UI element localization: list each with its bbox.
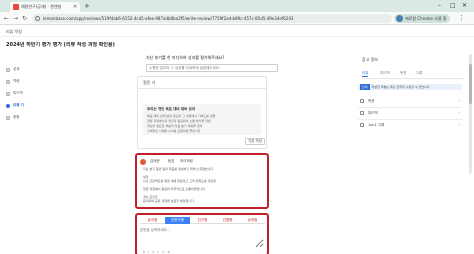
sidebar-item-label: 종합 <box>13 115 20 119</box>
question-title: 지난 분기를 한 마디하여 성과를 평가해주세요? <box>146 55 225 60</box>
panel-tab-3[interactable]: 기록 <box>416 70 422 77</box>
forward-button[interactable]: → <box>13 14 18 23</box>
feedback-icon <box>360 111 364 115</box>
panel-row-1on1[interactable]: 1on1 기록 › <box>358 122 462 129</box>
step-dot-icon <box>6 104 10 108</box>
back-button[interactable]: ← <box>4 14 9 23</box>
guide-line: 구체적인 사례와 수치를 포함하면 좋습니다 <box>147 129 201 133</box>
sidebar-item-2[interactable]: 피드백 <box>6 90 38 97</box>
answer-editor: 유지형 전문가형 친근형 간결형 상세형 B I U S ≡ ⊕ <box>135 213 269 254</box>
answer-line: 문서화와 공유 과정을 보완할 예정입니다. <box>143 199 195 203</box>
reload-button[interactable]: ↻ <box>22 14 27 23</box>
new-tab-button[interactable]: + <box>84 2 90 10</box>
tone-tab-2[interactable]: 친근형 <box>190 217 215 224</box>
panel-tab-2[interactable]: 목표 <box>400 70 406 77</box>
answer-date: 하이퍼링 <box>180 159 193 163</box>
sidebar-item-label: 성과 <box>13 67 20 71</box>
answer-card: 김태준 팀장 하이퍼링 지난 분기 동안 팀의 목표를 달성하기 위해 노력했습… <box>135 153 269 209</box>
sidebar-item-1[interactable]: 역량 <box>6 78 38 85</box>
divider <box>358 119 462 120</box>
panel-row-label: 목표 <box>368 99 375 103</box>
favicon-icon <box>13 4 19 10</box>
tone-tab-1[interactable]: 전문가형 <box>165 217 190 224</box>
answer-role: 팀장 <box>168 159 175 163</box>
app-header-label: 리뷰 작성 <box>6 29 22 34</box>
panel-row-feedback[interactable]: 피드백 › <box>358 110 462 117</box>
review-steps-sidebar: 성과 역량 피드백 리뷰 기 종합 <box>0 54 40 254</box>
scrollbar-thumb[interactable] <box>469 64 472 104</box>
sidebar-item-label: 피드백 <box>13 91 23 95</box>
panel-row-goals[interactable]: 목표 › <box>358 98 462 105</box>
sidebar-item-4[interactable]: 종합 <box>6 114 38 121</box>
guide-title: 질문 가 <box>143 80 156 85</box>
step-dot-icon <box>6 92 10 96</box>
address-bar[interactable]: lemonbase.com/app/reviews/519f4ab6-6152-… <box>32 14 392 23</box>
panel-tab-0[interactable]: 리뷰 <box>362 70 369 77</box>
scrollbar[interactable] <box>469 54 472 174</box>
chevron-right-icon: › <box>458 122 460 127</box>
question-description: 수행한 업무와 그 성과를 자세하게 설명해주세요. <box>146 64 278 72</box>
chevron-right-icon: › <box>458 110 460 115</box>
minimize-button[interactable]: – <box>438 1 441 10</box>
guide-box-title: 우리는 개인 목표 대비 대비 성과 <box>147 107 195 111</box>
record-icon <box>360 123 364 127</box>
tab-close-icon[interactable]: ✕ <box>73 3 77 11</box>
url-text[interactable]: lemonbase.com/app/reviews/519f4ab6-6152-… <box>43 15 388 22</box>
notice-badge: 안내 <box>360 84 370 90</box>
guide-box: 우리는 개인 목표 대비 대비 성과 목표 대비 실제 달성 정도와 그 과정에… <box>143 104 261 135</box>
panel-title: 참고 정보 <box>362 57 378 62</box>
divider <box>358 107 462 108</box>
guide-line: 개선이 필요한 부분과 다음 분기 계획을 정리 <box>147 124 203 128</box>
answer-author: 김태준 <box>150 159 160 163</box>
divider <box>138 88 266 89</box>
browser-toolbar: ← → ↻ lemonbase.com/app/reviews/519f4ab6… <box>0 12 474 25</box>
tone-tab-0[interactable]: 유지형 <box>140 217 165 224</box>
panel-tab-1[interactable]: 피드백 <box>380 70 390 77</box>
answer-line: 신규 프로젝트를 일정 내에 완료하고 고객 만족도를 개선함. <box>143 179 217 183</box>
avatar <box>140 159 146 165</box>
panel-notice: 안내 작성한 리뷰는 제출 전까지 수정할 수 있습니다 <box>358 84 462 90</box>
site-info-icon[interactable] <box>35 16 40 21</box>
browser-tab[interactable]: 채용연구(공개) - 퀸겐빌 ✕ <box>10 2 80 12</box>
guide-line: 목표 대비 실제 달성 정도와 그 과정에서 기여도를 설명 <box>147 114 216 118</box>
notice-text: 작성한 리뷰는 제출 전까지 수정할 수 있습니다 <box>371 85 430 89</box>
editor-toolbar[interactable]: B I U S ≡ ⊕ <box>143 250 171 254</box>
window-close-button[interactable]: ✕ <box>462 1 467 10</box>
answer-header: 김태준 팀장 하이퍼링 <box>140 158 268 166</box>
sidebar-item-0[interactable]: 성과 <box>6 66 38 73</box>
step-dot-icon <box>6 80 10 84</box>
answer-line: 지난 분기 동안 팀의 목표를 달성하기 위해 노력했습니다. <box>143 167 215 171</box>
sidebar-item-label: 리뷰 기 <box>13 103 24 107</box>
guide-card: 질문 가 우리는 개인 목표 대비 대비 성과 목표 대비 실제 달성 정도와 … <box>137 76 267 149</box>
panel-row-label: 1on1 기록 <box>368 123 385 127</box>
browser-menu-icon[interactable]: ⋮ <box>458 14 465 23</box>
answer-input[interactable] <box>140 228 264 248</box>
tone-tab-4[interactable]: 상세형 <box>240 217 265 224</box>
profile-button[interactable]: 에로잘 Chrome 사용 중 <box>394 14 450 23</box>
tab-title: 채용연구(공개) - 퀸겐빌 <box>21 4 62 9</box>
default-write-button[interactable]: 기본 작성 <box>245 138 265 145</box>
app-header: 리뷰 작성 <box>0 26 474 37</box>
reference-panel: 참고 정보 리뷰 피드백 목표 기록 안내 작성한 리뷰는 제출 전까지 수정할 … <box>352 54 464 244</box>
divider <box>362 78 464 79</box>
chevron-right-icon: › <box>458 98 460 103</box>
sidebar-item-3[interactable]: 리뷰 기 <box>6 102 38 109</box>
goal-icon <box>360 99 364 103</box>
step-dot-icon <box>6 68 10 72</box>
avatar <box>396 15 403 22</box>
guide-line: 협업 과정에서의 역할과 동료와의 소통 방식을 작성 <box>147 119 211 123</box>
tone-tab-3[interactable]: 간결형 <box>215 217 240 224</box>
sidebar-item-label: 역량 <box>13 79 20 83</box>
maximize-button[interactable]: □ <box>450 1 456 10</box>
panel-row-label: 피드백 <box>368 111 378 115</box>
profile-label: 에로잘 Chrome 사용 중 <box>405 16 447 21</box>
answer-line: 협업 과정에서 동료와 적극적으로 소통하였습니다. <box>143 187 206 191</box>
step-dot-icon <box>6 116 10 120</box>
browser-tab-bar: 채용연구(공개) - 퀸겐빌 ✕ + – □ ✕ <box>0 0 474 12</box>
page-title: 2024년 하반기 평가 평가 (리뷰 작성 과정 확인용) <box>6 42 115 48</box>
